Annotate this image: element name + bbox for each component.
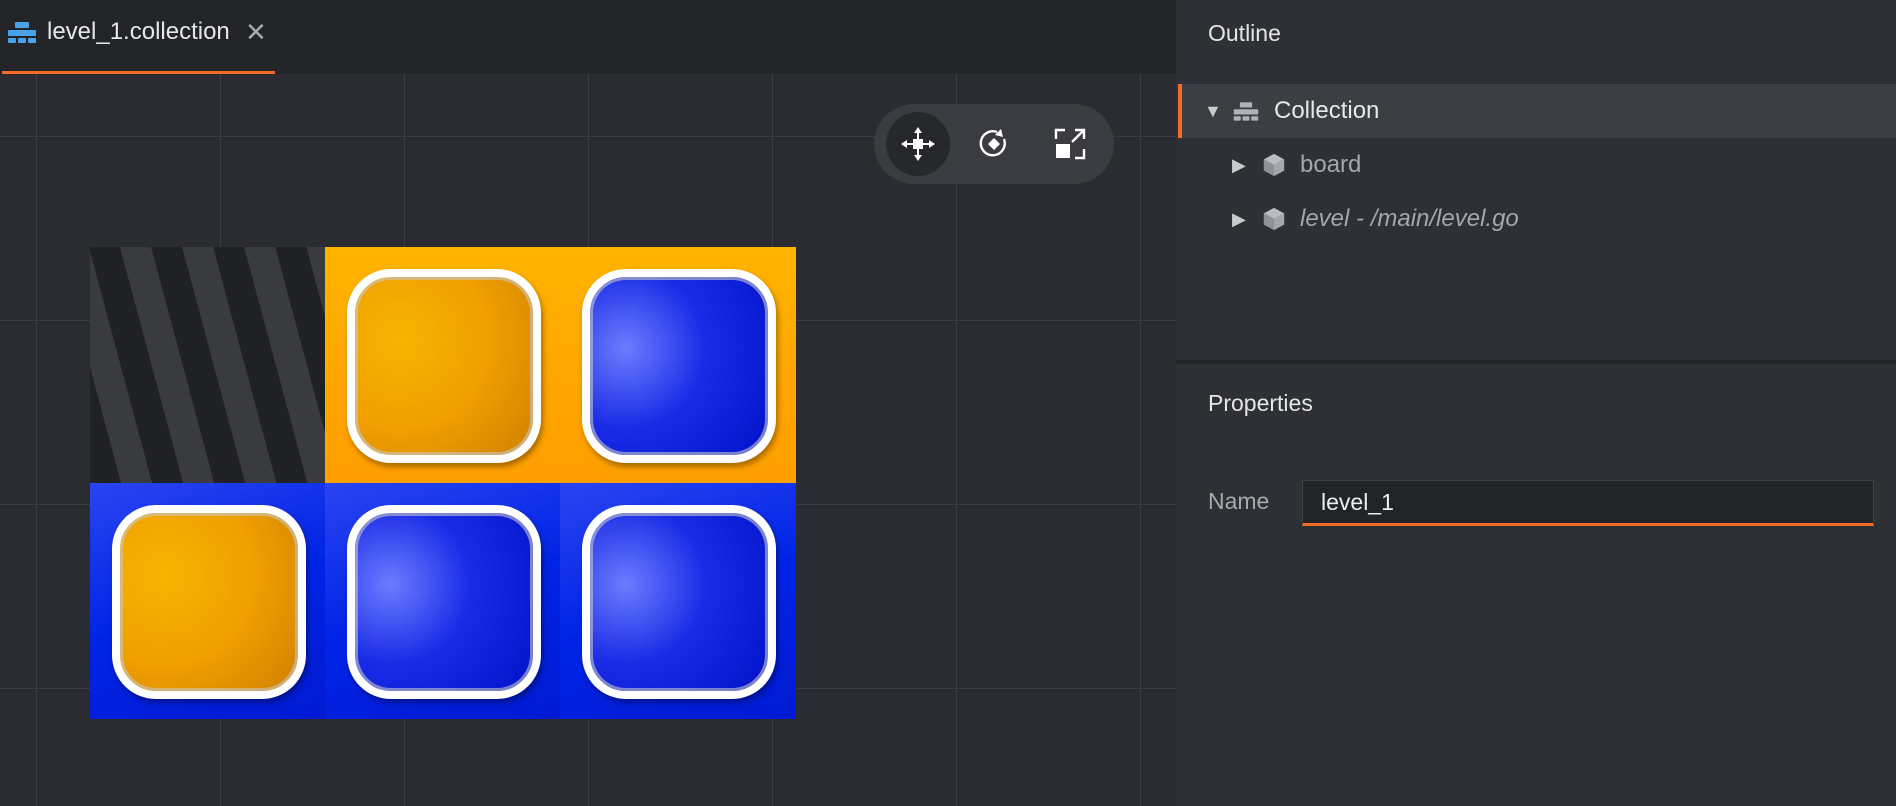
collection-icon [1233, 102, 1259, 121]
tab-title: level_1.collection [47, 18, 230, 45]
board-cell [90, 483, 326, 719]
outline-item-board[interactable]: ▶ board [1180, 138, 1896, 192]
tab-level-1-collection[interactable]: level_1.collection ✕ [0, 0, 275, 74]
level-board-sprite[interactable] [90, 247, 796, 719]
tab-bar: level_1.collection ✕ [0, 0, 1176, 74]
name-field[interactable] [1302, 480, 1874, 526]
close-icon[interactable]: ✕ [245, 16, 267, 48]
outline-panel: Outline ▼ Collection ▶ board ▶ level - /… [1176, 0, 1896, 360]
rotate-tool-button[interactable] [962, 112, 1026, 176]
selection-indicator [1178, 84, 1182, 138]
outline-title: Outline [1208, 20, 1281, 46]
scene-viewport[interactable] [0, 74, 1176, 806]
rotate-icon [979, 129, 1006, 157]
blue-tile [347, 505, 541, 699]
scene-editor: level_1.collection ✕ [0, 0, 1176, 806]
chevron-down-icon[interactable]: ▼ [1204, 100, 1222, 122]
board-cell [325, 483, 561, 719]
outline-item-label: board [1300, 151, 1362, 178]
board-cell [325, 247, 561, 483]
chevron-right-icon[interactable]: ▶ [1232, 208, 1246, 230]
manipulator-toolbar [874, 104, 1114, 184]
outline-item-label: Collection [1274, 97, 1380, 124]
orange-tile [347, 269, 541, 463]
scale-icon [1054, 128, 1086, 160]
right-sidebar: Outline ▼ Collection ▶ board ▶ level - /… [1176, 0, 1896, 806]
game-object-icon [1263, 153, 1285, 177]
chevron-right-icon[interactable]: ▶ [1232, 154, 1246, 176]
outline-item-level[interactable]: ▶ level - /main/level.go [1180, 192, 1896, 246]
board-cell [560, 483, 796, 719]
move-icon [901, 127, 935, 161]
board-cell-empty [90, 247, 326, 483]
move-tool-button[interactable] [886, 112, 950, 176]
blue-tile [582, 269, 776, 463]
properties-panel: Properties Name [1176, 364, 1896, 806]
orange-tile [112, 505, 306, 699]
collection-icon [8, 22, 36, 43]
outline-item-label: level - /main/level.go [1300, 205, 1519, 232]
name-label: Name [1208, 488, 1270, 514]
blue-tile [582, 505, 776, 699]
outline-item-collection[interactable]: ▼ Collection [1178, 84, 1896, 138]
scale-tool-button[interactable] [1038, 112, 1102, 176]
game-object-icon [1263, 207, 1285, 231]
properties-title: Properties [1208, 390, 1313, 416]
board-cell [560, 247, 796, 483]
